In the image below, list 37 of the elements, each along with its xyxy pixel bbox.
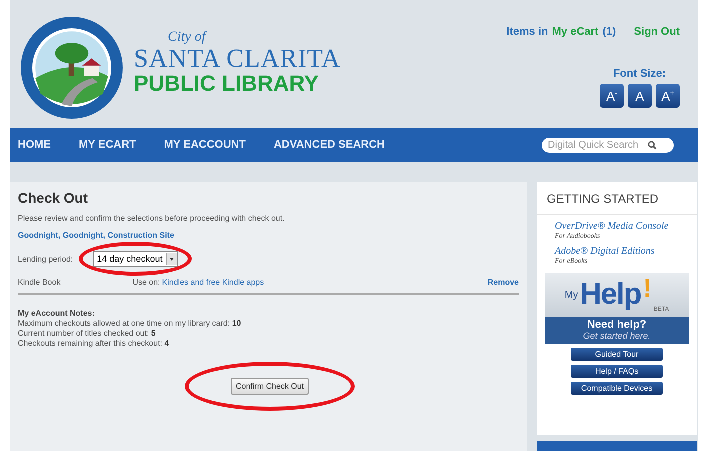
logo-title: SANTA CLARITA bbox=[134, 46, 341, 72]
page-title: Check Out bbox=[18, 190, 90, 206]
cart-label: Items in bbox=[506, 26, 548, 38]
font-size-label: Font Size: bbox=[613, 68, 666, 80]
nav-link[interactable]: MY EACCOUNT bbox=[164, 139, 246, 151]
search-field[interactable]: Digital Quick Search bbox=[542, 138, 674, 152]
confirm-button[interactable]: Confirm Check Out bbox=[231, 378, 310, 395]
remove-link[interactable]: Remove bbox=[488, 278, 519, 287]
search-icon[interactable] bbox=[648, 140, 657, 150]
note-text: Checkouts remaining after this checkout: 4 bbox=[18, 339, 170, 348]
help-button[interactable]: Guided Tour bbox=[571, 348, 663, 361]
help-banner: Need help? Get started here. bbox=[545, 317, 689, 344]
notes-title: My eAccount Notes: bbox=[18, 309, 96, 318]
font-size-button[interactable]: A$^{-}$ bbox=[600, 84, 624, 108]
app-link[interactable]: OverDrive® Media Console bbox=[555, 221, 697, 232]
nav-link[interactable]: MY ECART bbox=[79, 139, 136, 151]
lending-label: Lending period: bbox=[18, 254, 74, 264]
logo-subtitle: PUBLIC LIBRARY bbox=[134, 72, 320, 96]
app-link[interactable]: Adobe® Digital Editions bbox=[555, 246, 697, 257]
lending-dropdown[interactable]: 14 day checkout bbox=[93, 251, 178, 267]
font-size-button[interactable]: A$^{+}$ bbox=[656, 84, 680, 108]
font-size-button[interactable]: A bbox=[628, 84, 652, 108]
use-on-link[interactable]: Kindles and free Kindle apps bbox=[162, 278, 264, 287]
format-text: Kindle Book bbox=[18, 278, 61, 287]
use-on-label: Use on: bbox=[132, 278, 160, 287]
title-link[interactable]: Goodnight, Goodnight, Construction Site bbox=[18, 231, 519, 240]
note-text: Maximum checkouts allowed at one time on my library card: 10 bbox=[18, 319, 242, 328]
note-text: Current number of titles checked out: 5 bbox=[18, 329, 157, 338]
logo-tagline: City of bbox=[168, 30, 208, 46]
nav-link[interactable]: HOME bbox=[18, 139, 51, 151]
caret-icon bbox=[166, 253, 177, 265]
help-button[interactable]: Help / FAQs bbox=[571, 365, 663, 378]
sidebar-title: GETTING STARTED bbox=[537, 182, 697, 215]
instructions-text: Please review and confirm the selections before proceeding with check out. bbox=[18, 214, 286, 223]
help-button[interactable]: Compatible Devices bbox=[571, 382, 663, 395]
cart-count: (1) bbox=[602, 26, 616, 38]
nav-link[interactable]: ADVANCED SEARCH bbox=[274, 139, 385, 151]
